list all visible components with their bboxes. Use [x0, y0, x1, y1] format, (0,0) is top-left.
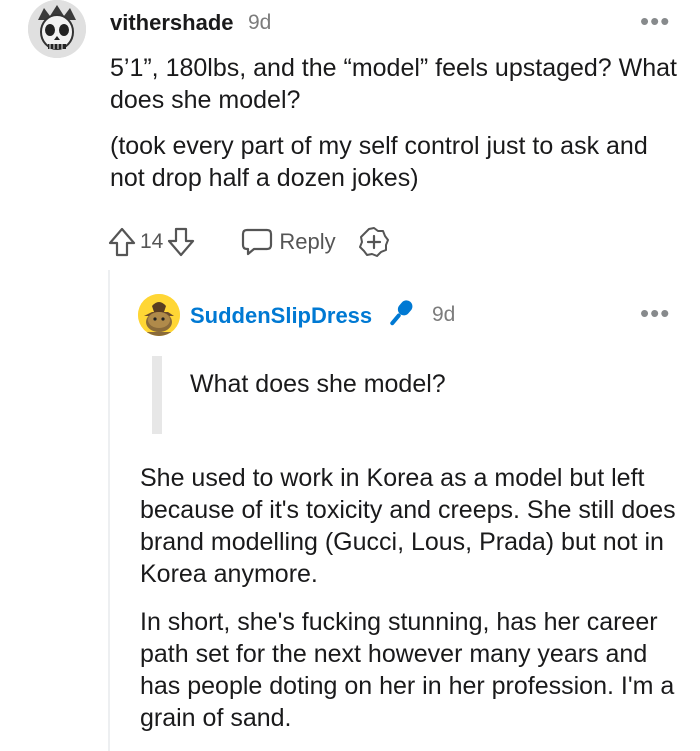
more-options-button[interactable]: •••: [640, 6, 670, 37]
microphone-icon: [382, 296, 418, 332]
comment-timestamp: 9d: [248, 11, 272, 34]
arrow-up-icon[interactable]: [106, 226, 138, 258]
vote-score: 14: [140, 230, 164, 253]
reply-paragraph: In short, she's fucking stunning, has he…: [140, 608, 675, 732]
award-plus-icon[interactable]: [358, 226, 390, 258]
comment-actions: 14 Reply: [106, 224, 390, 260]
snoo-avatar-icon[interactable]: [138, 294, 180, 336]
reply-username[interactable]: SuddenSlipDress: [190, 303, 372, 329]
thread-line[interactable]: [108, 270, 110, 751]
more-options-button[interactable]: •••: [640, 298, 670, 329]
comment-username[interactable]: vithershade: [110, 10, 234, 36]
reply-paragraph: She used to work in Korea as a model but…: [140, 464, 676, 588]
reply-button[interactable]: Reply: [241, 226, 336, 258]
reply-body: She used to work in Korea as a model but…: [140, 462, 680, 750]
comment-body: 5’1”, 180lbs, and the “model” feels upst…: [110, 52, 680, 208]
comment-paragraph: 5’1”, 180lbs, and the “model” feels upst…: [110, 54, 678, 114]
comment-paragraph: (took every part of my self control just…: [110, 132, 648, 192]
speech-bubble-icon: [241, 226, 273, 258]
arrow-down-icon[interactable]: [165, 226, 197, 258]
quoted-text: What does she model?: [190, 370, 446, 398]
user-avatar-icon[interactable]: [28, 0, 86, 58]
reply-label: Reply: [279, 229, 336, 254]
reply-timestamp: 9d: [432, 303, 456, 326]
quote-bar: [152, 356, 162, 434]
